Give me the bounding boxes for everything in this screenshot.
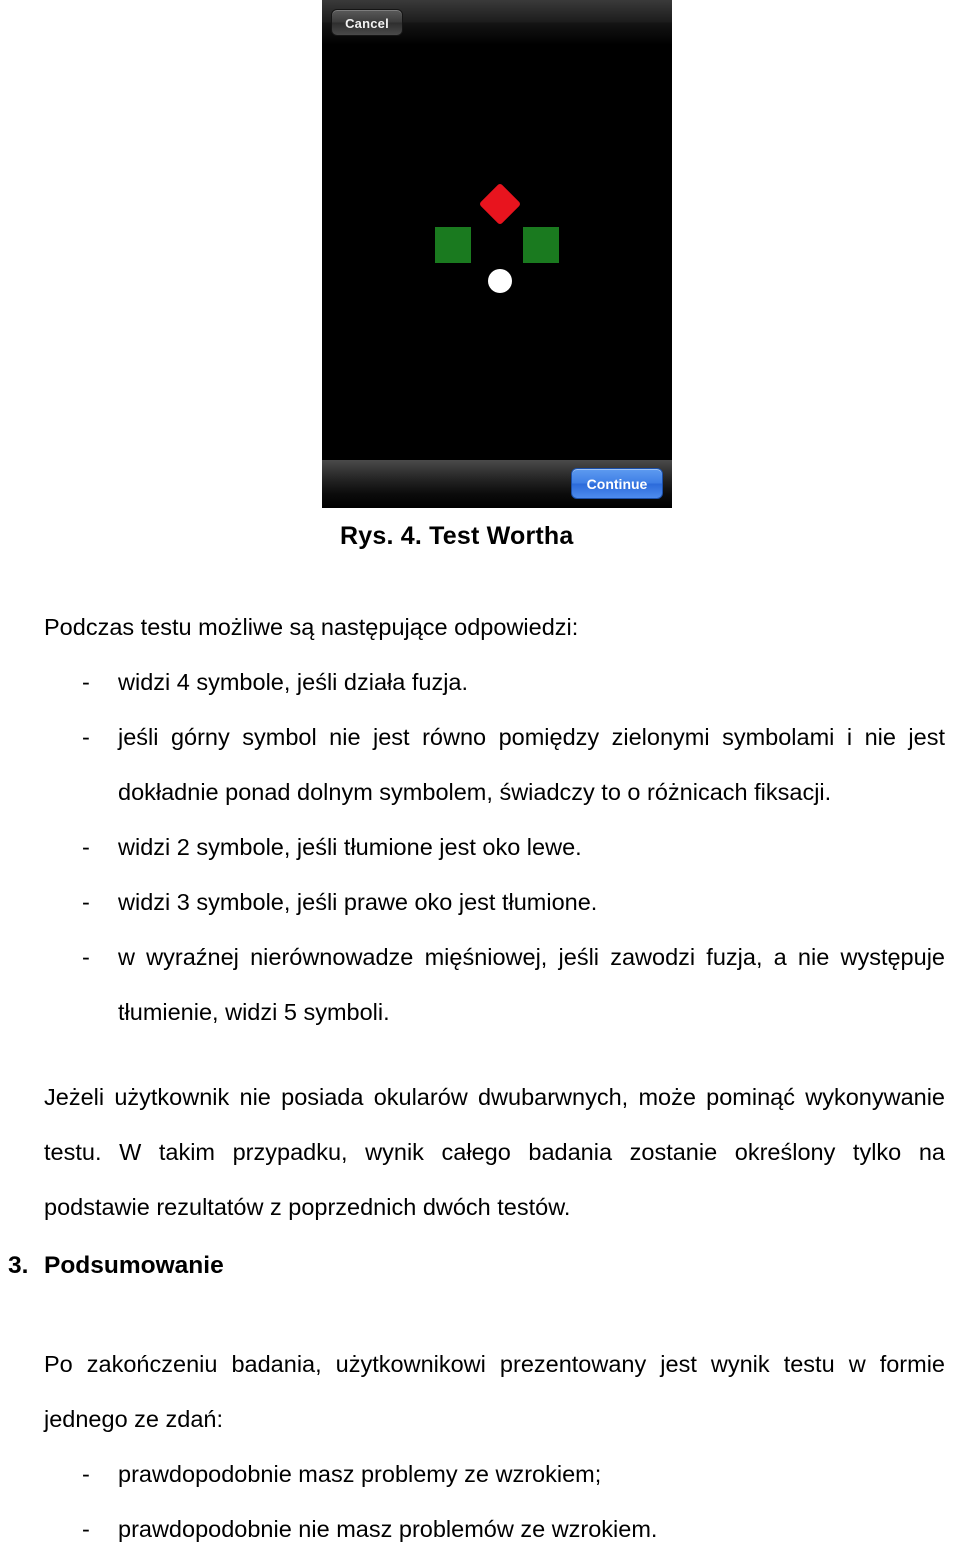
- bullet-marker: -: [82, 1461, 90, 1487]
- list-item: - w wyraźnej nierównowadze mięśniowej, j…: [44, 930, 945, 1040]
- green-cross-left-icon: [435, 227, 471, 263]
- bullet-marker: -: [82, 944, 90, 970]
- list-item-text: widzi 3 symbole, jeśli prawe oko jest tł…: [118, 889, 598, 915]
- list-item: - jeśli górny symbol nie jest równo pomi…: [44, 710, 945, 820]
- list-item-text: widzi 2 symbole, jeśli tłumione jest oko…: [118, 834, 582, 860]
- cancel-button[interactable]: Cancel: [331, 9, 403, 36]
- section-number: 3.: [8, 1252, 29, 1279]
- list-item: - widzi 3 symbole, jeśli prawe oko jest …: [44, 875, 945, 930]
- list-item: - widzi 2 symbole, jeśli tłumione jest o…: [44, 820, 945, 875]
- section-heading: 3. Podsumowanie: [8, 1249, 948, 1283]
- list-item: - prawdopodobnie masz problemy ze wzroki…: [44, 1447, 945, 1502]
- note-paragraph: Jeżeli użytkownik nie posiada okularów d…: [44, 1084, 945, 1220]
- red-diamond-icon: [478, 182, 522, 226]
- bullet-marker: -: [82, 834, 90, 860]
- green-cross-right-icon: [523, 227, 559, 263]
- phone-bottom-toolbar: Continue: [322, 460, 672, 508]
- continue-button[interactable]: Continue: [571, 468, 663, 499]
- document-body-part-2: Po zakończeniu badania, użytkownikowi pr…: [44, 1337, 945, 1557]
- results-list: - prawdopodobnie masz problemy ze wzroki…: [44, 1447, 945, 1557]
- section-intro-paragraph: Po zakończeniu badania, użytkownikowi pr…: [44, 1351, 945, 1432]
- lead-paragraph: Podczas testu możliwe są następujące odp…: [44, 614, 579, 640]
- page-title: Podsumowanie: [44, 1252, 224, 1279]
- document-body-part-1: Podczas testu możliwe są następujące odp…: [44, 600, 945, 1235]
- figure-caption: Rys. 4. Test Wortha: [340, 522, 574, 550]
- list-item: - prawdopodobnie nie masz problemów ze w…: [44, 1502, 945, 1557]
- list-item-text: widzi 4 symbole, jeśli działa fuzja.: [118, 669, 469, 695]
- phone-screenshot: Cancel Continue: [322, 0, 672, 508]
- list-item: - widzi 4 symbole, jeśli działa fuzja.: [44, 655, 945, 710]
- figure-worth-test: Cancel Continue Rys. 4. Test Wortha: [0, 0, 960, 550]
- worth-test-stage: [322, 47, 672, 460]
- bullet-marker: -: [82, 1516, 90, 1542]
- answers-list: - widzi 4 symbole, jeśli działa fuzja. -…: [44, 655, 945, 1040]
- list-item-text: jeśli górny symbol nie jest równo pomięd…: [118, 724, 945, 805]
- bullet-marker: -: [82, 724, 90, 750]
- bullet-marker: -: [82, 889, 90, 915]
- list-item-text: w wyraźnej nierównowadze mięśniowej, jeś…: [118, 944, 945, 1025]
- list-item-text: prawdopodobnie nie masz problemów ze wzr…: [118, 1516, 658, 1542]
- bullet-marker: -: [82, 669, 90, 695]
- list-item-text: prawdopodobnie masz problemy ze wzrokiem…: [118, 1461, 602, 1487]
- phone-top-toolbar: Cancel: [322, 0, 672, 46]
- white-circle-icon: [488, 269, 512, 293]
